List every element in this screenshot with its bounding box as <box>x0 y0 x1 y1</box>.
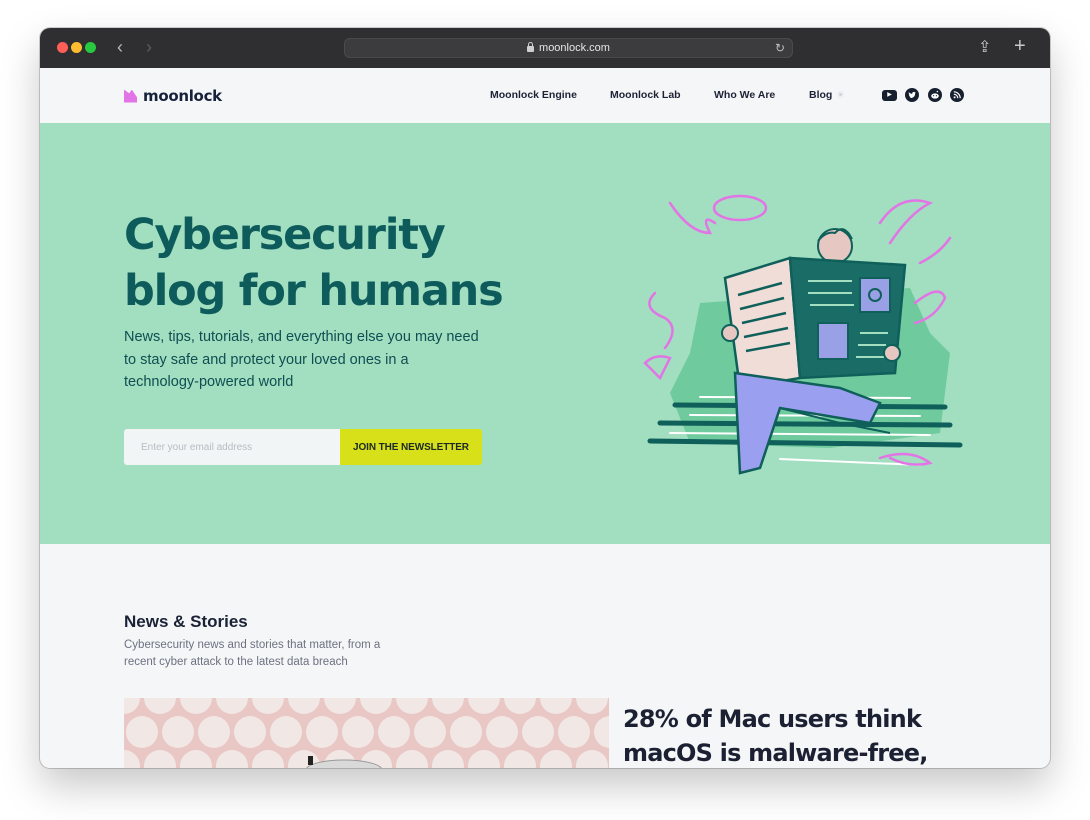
reload-icon[interactable]: ↻ <box>775 38 785 58</box>
zoom-window-button[interactable] <box>85 42 96 53</box>
reddit-icon[interactable] <box>928 88 942 102</box>
address-bar[interactable]: moonlock.com ↻ <box>344 38 793 58</box>
email-input[interactable] <box>124 429 340 465</box>
twitter-icon[interactable] <box>905 88 919 102</box>
browser-toolbar: ‹ › moonlock.com ↻ ⇪ + <box>40 28 1050 68</box>
lock-icon <box>527 42 535 52</box>
logo-text: moonlock <box>143 87 222 105</box>
close-window-button[interactable] <box>57 42 68 53</box>
youtube-icon[interactable]: ▶ <box>882 90 897 101</box>
site-header: moonlock Moonlock Engine Moonlock Lab Wh… <box>40 68 1050 124</box>
minimize-window-button[interactable] <box>71 42 82 53</box>
hero-subtitle: News, tips, tutorials, and everything el… <box>124 329 479 390</box>
news-section-title: News & Stories <box>124 612 248 631</box>
moon-logo-icon <box>124 89 137 103</box>
hero-title: Cybersecurity blog for humans <box>124 210 504 316</box>
new-tab-icon[interactable]: + <box>1014 36 1026 56</box>
forward-arrow-icon[interactable]: › <box>146 37 152 57</box>
nav-moonlock-lab[interactable]: Moonlock Lab <box>610 89 681 101</box>
featured-article-headline[interactable]: 28% of Mac users think macOS is malware-… <box>623 702 953 768</box>
featured-article-image[interactable] <box>124 698 609 768</box>
nav-blog-label: Blog <box>809 89 833 101</box>
blog-indicator-icon <box>837 91 845 98</box>
nav-moonlock-engine[interactable]: Moonlock Engine <box>490 89 577 101</box>
pattern-image <box>124 698 609 768</box>
rss-icon[interactable] <box>950 88 964 102</box>
share-icon[interactable]: ⇪ <box>978 38 991 58</box>
address-bar-url: moonlock.com <box>539 42 610 54</box>
join-newsletter-button[interactable]: JOIN THE NEWSLETTER <box>340 429 482 465</box>
nav-who-we-are[interactable]: Who We Are <box>714 89 775 101</box>
newspaper-reader-illustration <box>643 194 963 475</box>
news-section-subtitle: Cybersecurity news and stories that matt… <box>124 639 381 668</box>
hero-section: Cybersecurity blog for humans News, tips… <box>40 123 1050 544</box>
logo[interactable]: moonlock <box>124 87 222 105</box>
browser-window: ‹ › moonlock.com ↻ ⇪ + moonlock Moonlock… <box>40 28 1050 768</box>
back-arrow-icon[interactable]: ‹ <box>117 37 123 57</box>
nav-blog[interactable]: Blog <box>809 89 845 101</box>
